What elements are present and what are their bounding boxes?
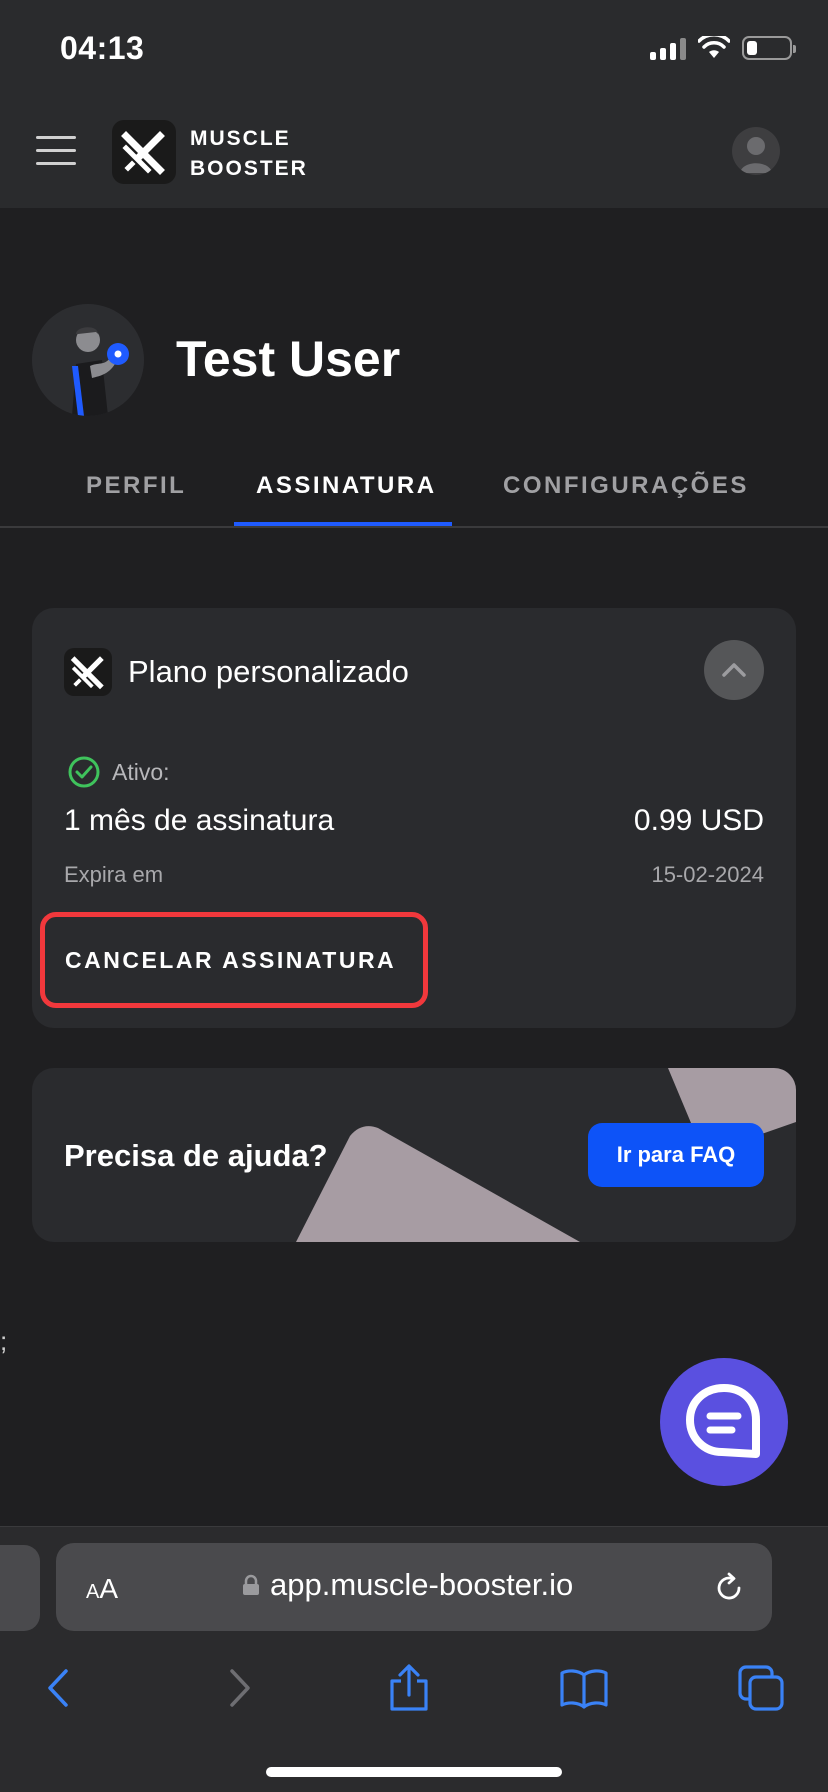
url-display[interactable]: app.muscle-booster.io (242, 1567, 573, 1603)
plan-title: Plano personalizado (128, 654, 409, 689)
tabs-icon[interactable] (736, 1663, 786, 1713)
brand-line-2: BOOSTER (190, 157, 308, 180)
help-title: Precisa de ajuda? (64, 1138, 328, 1173)
status-icons (650, 36, 796, 60)
back-icon[interactable] (40, 1663, 80, 1713)
help-card: Precisa de ajuda? Ir para FAQ (32, 1068, 796, 1242)
browser-toolbar: AA app.muscle-booster.io (0, 1526, 828, 1792)
profile-name: Test User (176, 331, 401, 387)
reload-icon[interactable] (712, 1571, 746, 1605)
cellular-signal-icon (650, 36, 686, 60)
subscription-name: 1 mês de assinatura (64, 804, 335, 837)
check-circle-icon (68, 756, 100, 788)
subscription-price: 0.99 USD (633, 804, 764, 837)
tab-perfil[interactable]: PERFIL (86, 472, 186, 500)
tab-configuracoes[interactable]: CONFIGURAÇÕES (503, 472, 749, 500)
plan-logo-icon (64, 648, 112, 696)
cancel-subscription-button[interactable]: CANCELAR ASSINATURA (40, 912, 428, 1008)
brand-name[interactable]: MUSCLE BOOSTER (190, 124, 330, 184)
battery-icon (742, 36, 796, 60)
profile-tabs: PERFIL ASSINATURA CONFIGURAÇÕES (0, 456, 828, 528)
text-size-label-small: A (86, 1581, 100, 1603)
text-size-button[interactable]: AA (86, 1573, 118, 1605)
expires-label: Expira em (64, 862, 164, 887)
stray-text: ; (0, 1326, 8, 1356)
forward-icon[interactable] (218, 1663, 258, 1713)
address-bar[interactable]: AA app.muscle-booster.io (56, 1543, 772, 1631)
expires-date: 15-02-2024 (651, 862, 764, 887)
collapse-button[interactable] (704, 640, 764, 700)
app-header: 04:13 MUSCLE BOOSTER (0, 0, 828, 208)
chat-icon (686, 1384, 760, 1458)
text-size-label-large: A (99, 1573, 119, 1604)
subscription-status: Ativo: (68, 756, 170, 788)
url-text: app.muscle-booster.io (270, 1567, 574, 1602)
plan-card: Plano personalizado Ativo: 1 mês de assi… (32, 608, 796, 1028)
share-icon[interactable] (386, 1663, 432, 1713)
home-indicator (266, 1767, 562, 1777)
user-avatar-icon[interactable] (732, 127, 780, 175)
faq-button[interactable]: Ir para FAQ (588, 1123, 764, 1187)
active-tab-indicator (234, 522, 452, 526)
wifi-icon (698, 36, 730, 58)
chat-button[interactable] (660, 1358, 788, 1486)
brand-line-1: MUSCLE (190, 127, 291, 150)
previous-tab-peek[interactable] (0, 1545, 40, 1631)
brand-logo-icon[interactable] (112, 120, 176, 184)
tab-assinatura[interactable]: ASSINATURA (256, 472, 437, 500)
profile-avatar (32, 304, 144, 416)
hamburger-icon[interactable] (36, 136, 76, 175)
bookmarks-icon[interactable] (558, 1663, 610, 1713)
lock-icon (243, 1574, 259, 1595)
status-time: 04:13 (60, 30, 145, 66)
status-label: Ativo: (112, 758, 170, 785)
chevron-up-icon (722, 663, 746, 677)
